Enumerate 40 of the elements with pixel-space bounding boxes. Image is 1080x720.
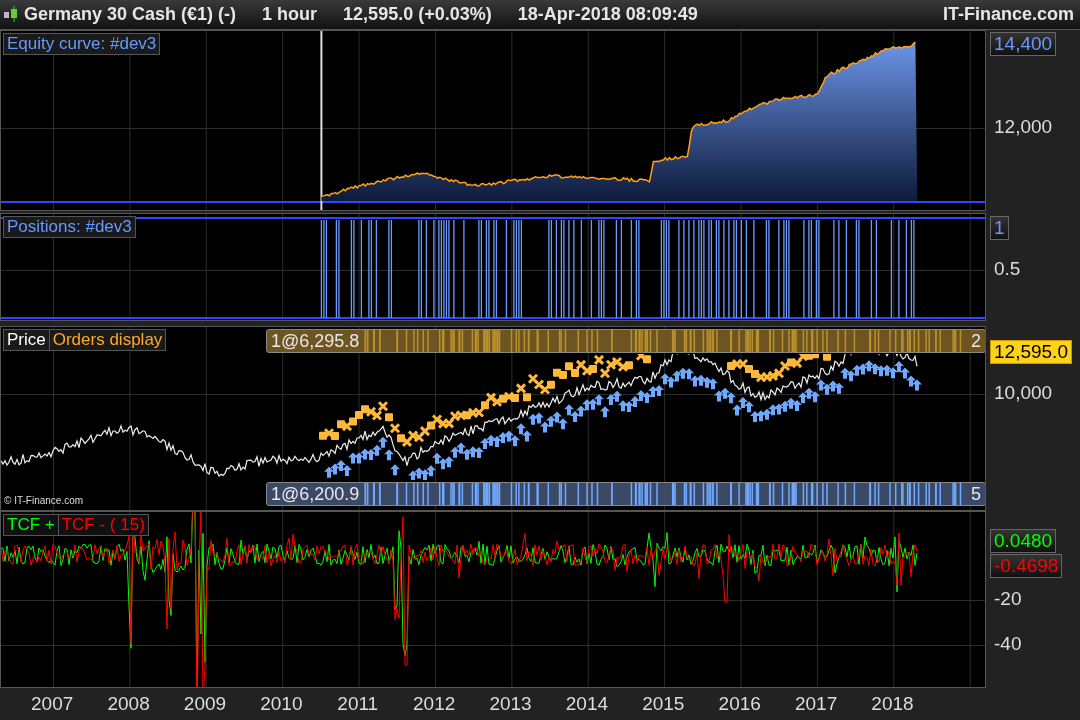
- year-label: 2016: [717, 692, 762, 716]
- year-label: 2010: [259, 692, 304, 716]
- timestamp: 18-Apr-2018 08:09:49: [517, 3, 698, 25]
- value-badge: -0.4698: [990, 553, 1063, 578]
- instrument-title: Germany 30 Cash (€1) (-): [24, 3, 237, 25]
- axis-tick-label: 12,000: [994, 115, 1053, 138]
- candlestick-icon[interactable]: [4, 5, 19, 24]
- axis-tick-label: -20: [994, 587, 1022, 610]
- price-quote: 12,595.0 (+0.03%): [343, 3, 492, 25]
- year-label: 2017: [793, 692, 839, 716]
- value-badge: 0.0480: [990, 528, 1057, 553]
- year-label: 2011: [336, 692, 380, 716]
- year-label: 2015: [641, 692, 686, 716]
- indicator-title: TCF +: [4, 514, 58, 535]
- brand-label: IT-Finance.com: [942, 3, 1074, 25]
- order-label: 1@6,200.9: [270, 483, 361, 505]
- panel-title: Price: [6, 330, 47, 351]
- year-label: 2008: [106, 692, 151, 716]
- indicator-title: TCF - ( 15): [57, 514, 148, 535]
- copyright-text: © IT-Finance.com: [4, 494, 84, 506]
- order-label: 5: [970, 483, 982, 505]
- year-label: 2009: [182, 692, 228, 716]
- timeframe-label[interactable]: 1 hour: [262, 3, 318, 25]
- year-label: 2018: [870, 692, 915, 716]
- year-label: 2014: [564, 692, 610, 716]
- year-label: 2012: [412, 692, 457, 716]
- panel-title: Orders display: [48, 330, 166, 351]
- value-badge: 14,400: [990, 31, 1057, 56]
- value-badge: 1: [990, 216, 1009, 241]
- price-badge: 12,595.0: [990, 340, 1072, 365]
- year-label: 2007: [30, 692, 75, 716]
- order-label: 1@6,295.8: [270, 330, 361, 352]
- cursor-line[interactable]: [320, 30, 323, 211]
- panel-title: Equity curve: #dev3: [6, 33, 158, 54]
- panel-title: Positions: #dev3: [6, 217, 133, 238]
- axis-tick-label: 10,000: [994, 382, 1053, 405]
- axis-tick-label: 0.5: [994, 258, 1021, 281]
- year-label: 2013: [488, 692, 533, 716]
- order-label: 2: [970, 330, 982, 352]
- axis-tick-label: -40: [994, 632, 1022, 655]
